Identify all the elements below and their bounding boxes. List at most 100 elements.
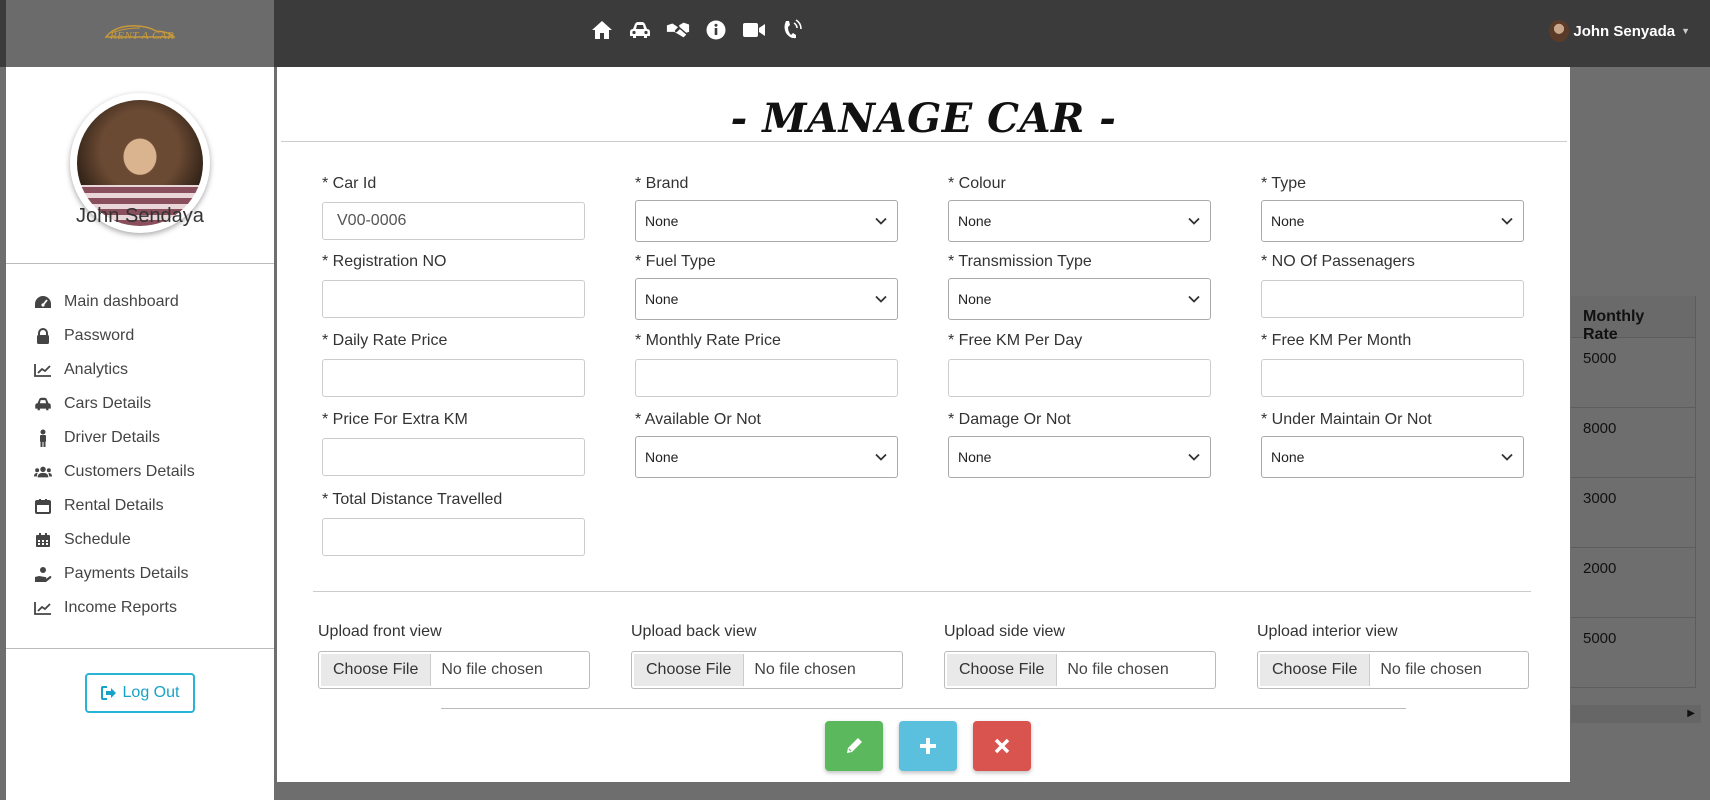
sidebar-item-cars-details[interactable]: Cars Details xyxy=(34,387,195,421)
car-id-input[interactable]: V00-0006 xyxy=(322,202,585,240)
registration-no-input[interactable] xyxy=(322,280,585,318)
fuel-type-select-value: None xyxy=(645,291,679,307)
sidebar-divider xyxy=(6,263,274,264)
colour-select-value: None xyxy=(958,213,992,229)
free-km-per-day-input[interactable] xyxy=(948,359,1211,397)
choose-file-button[interactable]: Choose File xyxy=(321,654,432,686)
chart-line-icon xyxy=(34,599,52,617)
user-dropdown[interactable]: John Senyada ▼ xyxy=(1549,20,1690,42)
daily-rate-price-input[interactable] xyxy=(322,359,585,397)
upload-front-view-input[interactable]: Choose File No file chosen xyxy=(318,651,590,689)
manage-car-modal: - MANAGE CAR - * Car Id V00-0006 * Brand… xyxy=(277,67,1570,782)
no-of-passengers-input[interactable] xyxy=(1261,280,1524,318)
under-maintain-or-not-select[interactable]: None xyxy=(1261,436,1524,478)
logo-text: RENT A CAR xyxy=(110,29,175,42)
upload-interior-view-input[interactable]: Choose File No file chosen xyxy=(1257,651,1529,689)
damage-or-not-label: * Damage Or Not xyxy=(948,411,1071,428)
sidebar-item-password[interactable]: Password xyxy=(34,319,195,353)
brand-select[interactable]: None xyxy=(635,200,898,242)
close-button[interactable] xyxy=(973,721,1031,771)
scroll-right-icon[interactable]: ▶ xyxy=(1687,708,1695,719)
upload-interior-view: Upload interior view Choose File No file… xyxy=(1257,623,1529,689)
file-status: No file chosen xyxy=(441,661,543,678)
logout-label: Log Out xyxy=(122,684,180,701)
horizontal-scrollbar[interactable]: ▶ xyxy=(1571,705,1701,723)
available-or-not-field: * Available Or Not None xyxy=(635,411,899,478)
transmission-type-label: * Transmission Type xyxy=(948,253,1092,270)
sidebar-item-label: Customers Details xyxy=(64,463,195,480)
logout-button[interactable]: Log Out xyxy=(85,673,195,713)
choose-file-button[interactable]: Choose File xyxy=(1260,654,1371,686)
table-header-monthly-rate: Monthly Rate xyxy=(1571,296,1696,343)
choose-file-button[interactable]: Choose File xyxy=(634,654,745,686)
brand-field: * Brand None xyxy=(635,175,899,242)
video-icon[interactable] xyxy=(742,18,766,42)
available-or-not-select[interactable]: None xyxy=(635,436,898,478)
sidebar-item-customers-details[interactable]: Customers Details xyxy=(34,455,195,489)
table-cell: 2000 xyxy=(1571,548,1696,618)
price-for-extra-km-input[interactable] xyxy=(322,438,585,476)
rent-a-car-logo[interactable]: RENT A CAR xyxy=(100,19,180,49)
sidebar-item-label: Cars Details xyxy=(64,395,152,412)
chevron-down-icon xyxy=(875,217,887,225)
home-icon[interactable] xyxy=(590,18,614,42)
car-icon[interactable] xyxy=(628,18,652,42)
transmission-type-field: * Transmission Type None xyxy=(948,253,1212,320)
sidebar-item-income-reports[interactable]: Income Reports xyxy=(34,591,195,625)
sidebar-item-schedule[interactable]: Schedule xyxy=(34,523,195,557)
registration-no-field: * Registration NO xyxy=(322,253,586,318)
monthly-rate-price-input[interactable] xyxy=(635,359,898,397)
upload-front-view: Upload front view Choose File No file ch… xyxy=(318,623,590,689)
car-id-field: * Car Id V00-0006 xyxy=(322,175,586,240)
sign-out-icon xyxy=(100,686,116,700)
upload-side-view-input[interactable]: Choose File No file chosen xyxy=(944,651,1216,689)
choose-file-button[interactable]: Choose File xyxy=(947,654,1058,686)
monthly-rate-price-field: * Monthly Rate Price xyxy=(635,332,899,397)
brand-select-value: None xyxy=(645,213,679,229)
brand-area[interactable]: RENT A CAR xyxy=(6,0,274,67)
no-of-passengers-label: * NO Of Passenagers xyxy=(1261,253,1415,270)
free-km-per-month-input[interactable] xyxy=(1261,359,1524,397)
damage-or-not-field: * Damage Or Not None xyxy=(948,411,1212,478)
total-distance-travelled-input[interactable] xyxy=(322,518,585,556)
chart-line-icon xyxy=(34,361,52,379)
top-navbar: RENT A CAR John Senyada ▼ xyxy=(0,0,1710,67)
upload-back-view: Upload back view Choose File No file cho… xyxy=(631,623,903,689)
sidebar-item-label: Schedule xyxy=(64,531,131,548)
table-cell: 3000 xyxy=(1571,478,1696,548)
type-select[interactable]: None xyxy=(1261,200,1524,242)
form-divider xyxy=(313,591,1531,592)
chevron-down-icon xyxy=(1501,217,1513,225)
actions-divider xyxy=(441,708,1406,709)
handshake-icon[interactable] xyxy=(666,18,690,42)
plus-icon xyxy=(920,738,936,754)
info-icon[interactable] xyxy=(704,18,728,42)
sidebar-item-driver-details[interactable]: Driver Details xyxy=(34,421,195,455)
under-maintain-or-not-field: * Under Maintain Or Not None xyxy=(1261,411,1525,478)
table-cell: 5000 xyxy=(1571,338,1696,408)
sidebar-item-label: Password xyxy=(64,327,135,344)
upload-interior-view-label: Upload interior view xyxy=(1257,623,1398,640)
transmission-type-select[interactable]: None xyxy=(948,278,1211,320)
type-field: * Type None xyxy=(1261,175,1525,242)
colour-select[interactable]: None xyxy=(948,200,1211,242)
phone-volume-icon[interactable] xyxy=(780,18,804,42)
fuel-type-select[interactable]: None xyxy=(635,278,898,320)
total-distance-travelled-field: * Total Distance Travelled xyxy=(322,491,586,556)
table-cell: 8000 xyxy=(1571,408,1696,478)
edit-button[interactable] xyxy=(825,721,883,771)
free-km-per-day-field: * Free KM Per Day xyxy=(948,332,1212,397)
chevron-down-icon xyxy=(875,453,887,461)
sidebar-item-analytics[interactable]: Analytics xyxy=(34,353,195,387)
add-button[interactable] xyxy=(899,721,957,771)
chevron-down-icon xyxy=(1188,217,1200,225)
sidebar-divider xyxy=(6,648,274,649)
lock-icon xyxy=(34,327,52,345)
sidebar-item-rental-details[interactable]: Rental Details xyxy=(34,489,195,523)
sidebar-item-main-dashboard[interactable]: Main dashboard xyxy=(34,285,195,319)
damage-or-not-select[interactable]: None xyxy=(948,436,1211,478)
fuel-type-field: * Fuel Type None xyxy=(635,253,899,320)
under-maintain-or-not-label: * Under Maintain Or Not xyxy=(1261,411,1432,428)
sidebar-item-payments-details[interactable]: Payments Details xyxy=(34,557,195,591)
upload-back-view-input[interactable]: Choose File No file chosen xyxy=(631,651,903,689)
